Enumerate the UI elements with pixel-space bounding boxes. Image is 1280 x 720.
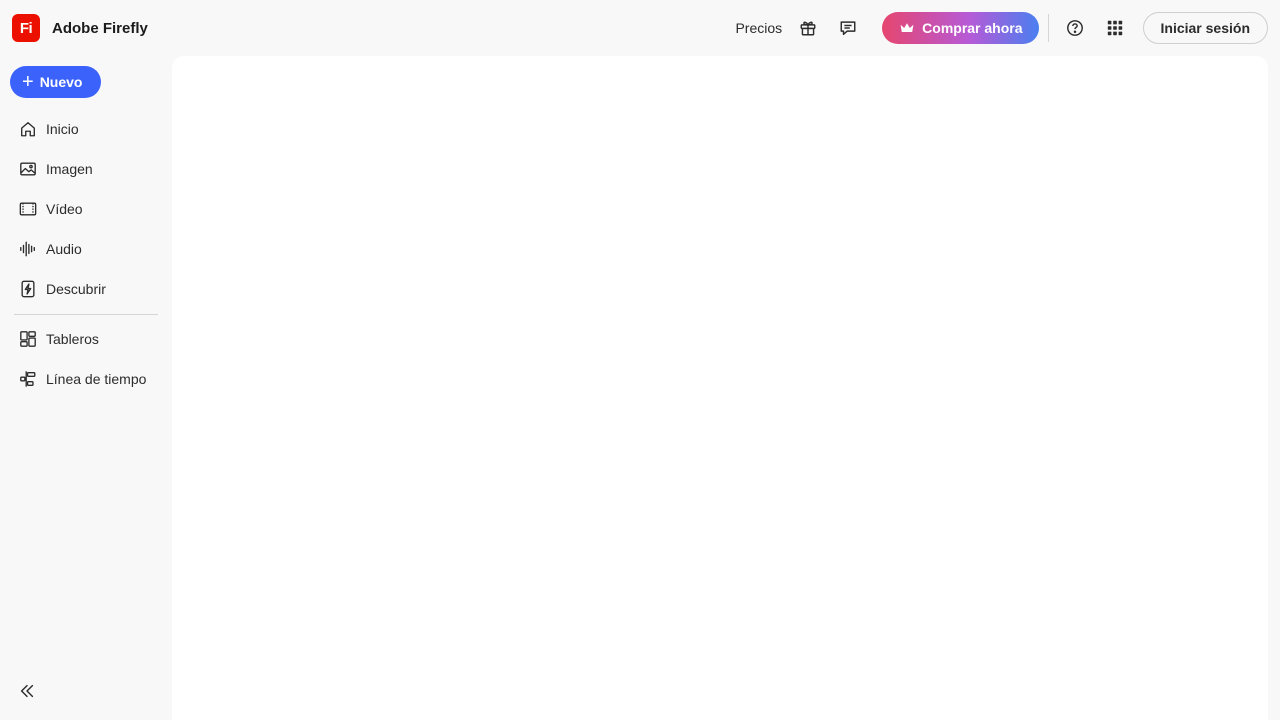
sidebar-item-label: Línea de tiempo [46,371,147,387]
app-name: Adobe Firefly [52,19,148,37]
new-button-label: Nuevo [39,74,83,90]
sidebar-item-label: Imagen [46,161,93,177]
header-divider [1047,14,1049,42]
sidebar-item-inicio[interactable]: Inicio [10,111,160,147]
brand[interactable]: Fi Adobe Firefly [12,14,148,42]
app-window: Fi Adobe Firefly Precios Comprar ahora I… [0,0,1280,720]
sidebar-item-label: Tableros [46,331,99,347]
sidebar-item-label: Vídeo [46,201,83,217]
sidebar-item-video[interactable]: Vídeo [10,191,160,227]
pricing-link[interactable]: Precios [735,20,782,36]
gift-icon[interactable] [796,16,820,40]
collapse-sidebar-icon[interactable] [18,682,38,702]
sidebar-item-audio[interactable]: Audio [10,231,160,267]
home-icon [18,119,38,139]
boards-icon [18,329,38,349]
main-content-area [172,56,1268,720]
feedback-icon[interactable] [836,16,860,40]
audio-icon [18,239,38,259]
sidebar: + Nuevo Inicio Imagen Vídeo Audio Descub… [0,56,172,720]
image-icon [18,159,38,179]
plus-icon: + [22,71,34,93]
sidebar-item-tableros[interactable]: Tableros [10,321,160,357]
sidebar-item-linea-de-tiempo[interactable]: Línea de tiempo [10,361,160,397]
crown-icon [900,23,914,32]
apps-grid-icon[interactable] [1103,16,1127,40]
firefly-logo: Fi [12,14,40,42]
sidebar-item-imagen[interactable]: Imagen [10,151,160,187]
sidebar-item-label: Inicio [46,121,79,137]
top-bar: Fi Adobe Firefly Precios Comprar ahora I… [0,0,1280,56]
sign-in-button[interactable]: Iniciar sesión [1142,12,1268,44]
sidebar-item-label: Descubrir [46,281,106,297]
sidebar-item-label: Audio [46,241,82,257]
sidebar-divider [14,314,158,315]
sidebar-item-descubrir[interactable]: Descubrir [10,271,160,307]
timeline-icon [18,369,38,389]
buy-now-button[interactable]: Comprar ahora [882,12,1039,44]
new-button[interactable]: + Nuevo [10,66,101,98]
help-icon[interactable] [1063,16,1087,40]
buy-now-label: Comprar ahora [922,20,1023,36]
video-icon [18,199,38,219]
header-actions: Precios Comprar ahora Iniciar sesión [735,12,1268,44]
discover-icon [18,279,38,299]
